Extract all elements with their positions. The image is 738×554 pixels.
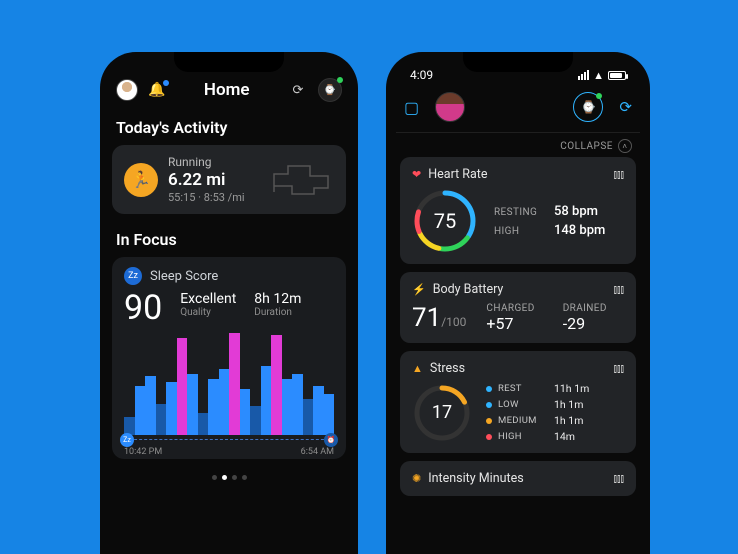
intensity-icon: ✺	[412, 472, 421, 485]
legend-row: LOW1h 1m	[486, 398, 589, 411]
sleep-bar	[282, 379, 293, 435]
sleep-bar	[303, 399, 314, 435]
sleep-quality: Excellent	[180, 291, 236, 307]
wifi-icon: ▲	[593, 69, 604, 82]
activity-card-running[interactable]: 🏃 Running 6.22 mi 55:15 · 8:53 /mi	[112, 145, 346, 214]
high-value: 148 bpm	[554, 223, 605, 238]
resting-value: 58 bpm	[554, 204, 598, 219]
charged-value: +57	[486, 314, 534, 333]
collapse-label: COLLAPSE	[560, 141, 613, 152]
bell-icon[interactable]: 🔔	[148, 82, 165, 98]
inbox-icon[interactable]: ▢	[404, 98, 419, 117]
axis-start-label: 10:42 PM	[124, 447, 162, 457]
high-label: HIGH	[494, 226, 542, 237]
activity-subline: 55:15 · 8:53 /mi	[168, 191, 245, 204]
avatar[interactable]	[435, 92, 465, 122]
sync-icon[interactable]: ⟳	[619, 98, 632, 116]
axis-end-label: 6:54 AM	[301, 447, 334, 457]
route-thumbnail	[270, 162, 334, 198]
sleep-bar	[219, 369, 230, 435]
page-title: Home	[204, 80, 250, 100]
bar-chart-icon[interactable]: ⫾⫾⫾	[613, 168, 624, 182]
notch	[174, 52, 284, 72]
bar-chart-icon[interactable]: ⫾⫾⫾	[613, 283, 624, 297]
body-battery-card[interactable]: ⚡ Body Battery ⫾⫾⫾ 71/100 CHARGED +57 DR…	[400, 272, 636, 343]
stress-icon: ▲	[412, 362, 423, 375]
sleep-title: Sleep Score	[150, 269, 218, 284]
drained-label: DRAINED	[563, 303, 607, 314]
heart-rate-card[interactable]: ❤ Heart Rate ⫾⫾⫾ 75 RES	[400, 157, 636, 264]
sleep-bar	[187, 374, 198, 435]
in-focus-heading: In Focus	[110, 224, 348, 257]
sleep-bar	[292, 374, 303, 435]
sleep-bar	[145, 376, 156, 435]
card-title: Intensity Minutes	[428, 471, 523, 486]
today-activity-heading: Today's Activity	[110, 112, 348, 145]
bar-chart-icon[interactable]: ⫾⫾⫾	[613, 362, 624, 376]
sleep-bar	[324, 394, 335, 435]
heart-rate-value: 75	[412, 188, 478, 254]
sleep-icon: Zz	[124, 267, 142, 285]
sleep-bar	[198, 413, 209, 435]
sleep-bar	[313, 386, 324, 435]
status-time: 4:09	[410, 68, 433, 82]
body-battery-value: 71	[412, 303, 441, 333]
heart-rate-ring: 75	[412, 188, 478, 254]
body-battery-denom: /100	[441, 315, 466, 329]
bar-chart-icon[interactable]: ⫾⫾⫾	[613, 472, 624, 486]
sleep-bar	[177, 338, 188, 435]
activity-type: Running	[168, 155, 245, 169]
avatar[interactable]	[116, 79, 138, 101]
sleep-bar	[229, 333, 240, 435]
sleep-bar	[250, 406, 261, 435]
phone-home: 🔔 Home ⟳ ⌚ Today's Activity 🏃 Running 6.…	[100, 52, 358, 554]
axis-start-icon: Zz	[120, 433, 134, 447]
legend-row: MEDIUM1h 1m	[486, 414, 589, 427]
card-title: Stress	[430, 361, 465, 376]
axis-end-icon: ⏰	[324, 433, 338, 447]
sleep-quality-label: Quality	[180, 307, 236, 318]
sleep-bar	[156, 404, 167, 435]
drained-value: -29	[563, 314, 607, 333]
card-title: Heart Rate	[428, 167, 487, 182]
top-bar: ▢ ⌚ ⟳	[396, 84, 640, 133]
heart-icon: ❤	[412, 168, 421, 181]
intensity-minutes-card[interactable]: ✺ Intensity Minutes ⫾⫾⫾	[400, 461, 636, 496]
page-indicator	[110, 475, 348, 480]
legend-row: REST11h 1m	[486, 382, 589, 395]
sleep-score-value: 90	[124, 291, 162, 325]
chevron-up-icon: ˄	[618, 139, 632, 153]
running-icon: 🏃	[124, 163, 158, 197]
body-battery-icon: ⚡	[412, 283, 426, 296]
legend-row: HIGH14m	[486, 430, 589, 443]
sync-icon[interactable]: ⟳	[288, 80, 308, 100]
sleep-bar	[261, 366, 272, 435]
battery-icon	[608, 71, 626, 80]
stress-ring: 17	[412, 383, 472, 443]
sleep-duration-label: Duration	[254, 307, 301, 318]
sleep-bar	[240, 389, 251, 435]
collapse-button[interactable]: COLLAPSE ˄	[396, 133, 640, 157]
phone-stats: 4:09 ▲ ▢ ⌚ ⟳ COLLAPSE ˄ ❤ Heart Rate ⫾⫾⫾	[386, 52, 650, 554]
device-chip[interactable]: ⌚	[573, 92, 603, 122]
notch	[463, 52, 573, 72]
signal-icon	[578, 70, 589, 80]
sleep-duration: 8h 12m	[254, 291, 301, 307]
sleep-bar	[135, 386, 146, 435]
sleep-chart: Zz ⏰ 10:42 PM 6:54 AM	[124, 333, 334, 453]
charged-label: CHARGED	[486, 303, 534, 314]
card-title: Body Battery	[433, 282, 504, 297]
device-chip[interactable]: ⌚	[318, 78, 342, 102]
stress-legend: REST11h 1m LOW1h 1m MEDIUM1h 1m HIGH14m	[486, 382, 589, 443]
top-bar: 🔔 Home ⟳ ⌚	[110, 70, 348, 112]
sleep-bar	[271, 335, 282, 435]
sleep-bar	[166, 382, 177, 435]
activity-distance: 6.22 mi	[168, 170, 245, 190]
sleep-score-card[interactable]: Zz Sleep Score 90 Excellent Quality 8h 1…	[112, 257, 346, 459]
stress-card[interactable]: ▲ Stress ⫾⫾⫾ 17 REST11h 1m LOW1h 1m MEDIUM…	[400, 351, 636, 453]
sleep-bar	[208, 379, 219, 435]
stress-value: 17	[412, 383, 472, 443]
resting-label: RESTING	[494, 207, 542, 218]
